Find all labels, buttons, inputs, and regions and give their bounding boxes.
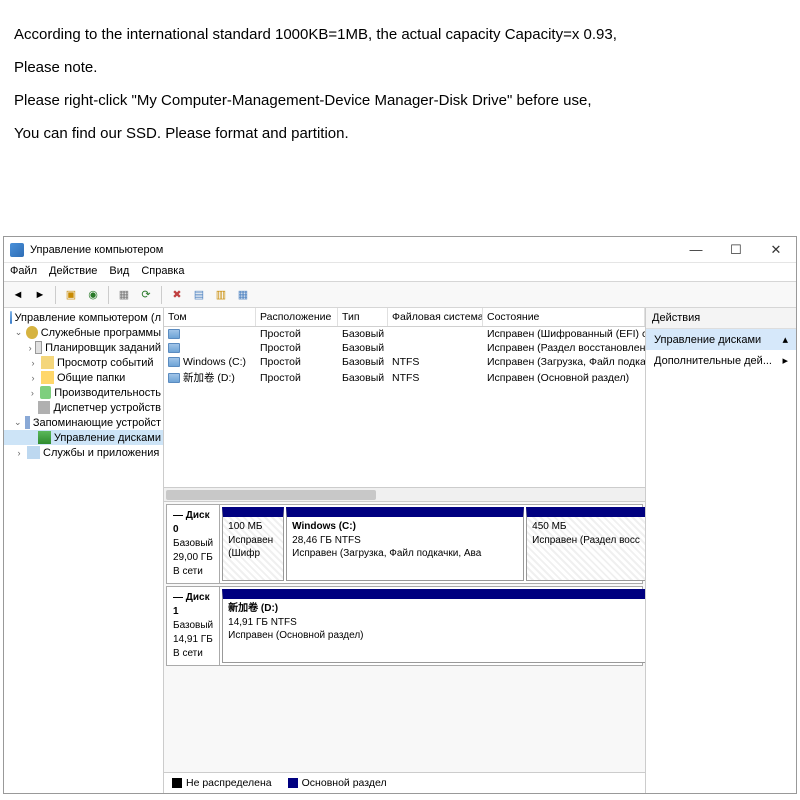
menu-file[interactable]: Файл <box>10 265 37 277</box>
col-tom[interactable]: Том <box>164 308 256 326</box>
disk-label: — Диск 0Базовый29,00 ГБВ сети <box>167 505 220 583</box>
intro-line4: You can find our SSD. Please format and … <box>14 117 782 150</box>
menu-view[interactable]: Вид <box>109 265 129 277</box>
table-row[interactable]: Windows (C:)ПростойБазовыйNTFSИсправен (… <box>164 355 645 369</box>
tool-f[interactable]: ▥ <box>211 285 231 305</box>
table-row[interactable]: 新加卷 (D:)ПростойБазовыйNTFSИсправен (Осно… <box>164 369 645 386</box>
table-row[interactable]: ПростойБазовыйИсправен (Шифрованный (EFI… <box>164 327 645 341</box>
disk-label: — Диск 1Базовый14,91 ГБВ сети <box>167 587 220 665</box>
tool-a[interactable]: ▣ <box>61 285 81 305</box>
tree-performance[interactable]: ›Производительность <box>4 385 163 400</box>
tool-d[interactable]: ✖ <box>167 285 187 305</box>
tool-c[interactable]: ▦ <box>114 285 134 305</box>
volume-icon <box>168 329 180 339</box>
h-scrollbar[interactable] <box>164 487 645 501</box>
maximize-button[interactable]: ☐ <box>716 237 756 263</box>
legend-unalloc-swatch <box>172 778 182 788</box>
partition[interactable]: 新加卷 (D:)14,91 ГБ NTFSИсправен (Основной … <box>222 589 645 663</box>
fwd-button[interactable]: ► <box>30 285 50 305</box>
disk-row[interactable]: — Диск 0Базовый29,00 ГБВ сети100 МБИспра… <box>166 504 643 584</box>
actions-disk-mgmt[interactable]: Управление дисками▴ <box>646 329 796 350</box>
tree-shared-folders[interactable]: ›Общие папки <box>4 370 163 385</box>
tool-g[interactable]: ▦ <box>233 285 253 305</box>
partition[interactable]: Windows (C:)28,46 ГБ NTFSИсправен (Загру… <box>286 507 524 581</box>
intro-line2: Please note. <box>14 51 782 84</box>
legend-primary-swatch <box>288 778 298 788</box>
intro-line3: Please right-click "My Computer-Manageme… <box>14 84 782 117</box>
col-fs[interactable]: Файловая система <box>388 308 483 326</box>
tree-storage[interactable]: ⌄Запоминающие устройст <box>4 415 163 430</box>
titlebar[interactable]: Управление компьютером — ☐ ✕ <box>4 237 796 263</box>
col-rasp[interactable]: Расположение <box>256 308 338 326</box>
volume-icon <box>168 373 180 383</box>
actions-more[interactable]: Дополнительные дей...▸ <box>646 350 796 371</box>
col-sost[interactable]: Состояние <box>483 308 645 326</box>
actions-pane: Действия Управление дисками▴ Дополнитель… <box>646 308 796 793</box>
tool-refresh[interactable]: ⟳ <box>136 285 156 305</box>
tool-b[interactable]: ◉ <box>83 285 103 305</box>
table-row[interactable]: ПростойБазовыйИсправен (Раздел восстанов… <box>164 341 645 355</box>
back-button[interactable]: ◄ <box>8 285 28 305</box>
intro-line1: According to the international standard … <box>14 18 782 51</box>
volume-icon <box>168 357 180 367</box>
tree-disk-management[interactable]: Управление дисками <box>4 430 163 445</box>
chevron-right-icon: ▸ <box>782 354 788 367</box>
partition[interactable]: 100 МБИсправен (Шифр <box>222 507 284 581</box>
legend: Не распределена Основной раздел <box>164 772 645 793</box>
tree-services-apps[interactable]: ›Службы и приложения <box>4 445 163 460</box>
tree-event-viewer[interactable]: ›Просмотр событий <box>4 355 163 370</box>
window-title: Управление компьютером <box>30 244 163 256</box>
menu-help[interactable]: Справка <box>141 265 184 277</box>
tool-e[interactable]: ▤ <box>189 285 209 305</box>
actions-header: Действия <box>646 308 796 329</box>
menu-action[interactable]: Действие <box>49 265 97 277</box>
nav-tree[interactable]: Управление компьютером (л ⌄Служебные про… <box>4 308 164 793</box>
volume-icon <box>168 343 180 353</box>
chevron-up-icon: ▴ <box>782 333 788 346</box>
col-tip[interactable]: Тип <box>338 308 388 326</box>
partition[interactable]: 450 МБИсправен (Раздел восс <box>526 507 645 581</box>
close-button[interactable]: ✕ <box>756 237 796 263</box>
minimize-button[interactable]: — <box>676 237 716 263</box>
tree-device-manager[interactable]: Диспетчер устройств <box>4 400 163 415</box>
toolbar: ◄ ► ▣ ◉ ▦ ⟳ ✖ ▤ ▥ ▦ <box>4 282 796 308</box>
menubar: Файл Действие Вид Справка <box>4 263 796 282</box>
window: Управление компьютером — ☐ ✕ Файл Действ… <box>3 236 797 794</box>
volumes-table[interactable]: Том Расположение Тип Файловая система Со… <box>164 308 645 502</box>
disk-row[interactable]: — Диск 1Базовый14,91 ГБВ сети新加卷 (D:)14,… <box>166 586 643 666</box>
app-icon <box>10 243 24 257</box>
tree-task-scheduler[interactable]: ›Планировщик заданий <box>4 340 163 355</box>
tree-root[interactable]: Управление компьютером (л <box>4 310 163 325</box>
disk-layout-panel[interactable]: — Диск 0Базовый29,00 ГБВ сети100 МБИспра… <box>164 502 645 772</box>
tree-system-tools[interactable]: ⌄Служебные программы <box>4 325 163 340</box>
